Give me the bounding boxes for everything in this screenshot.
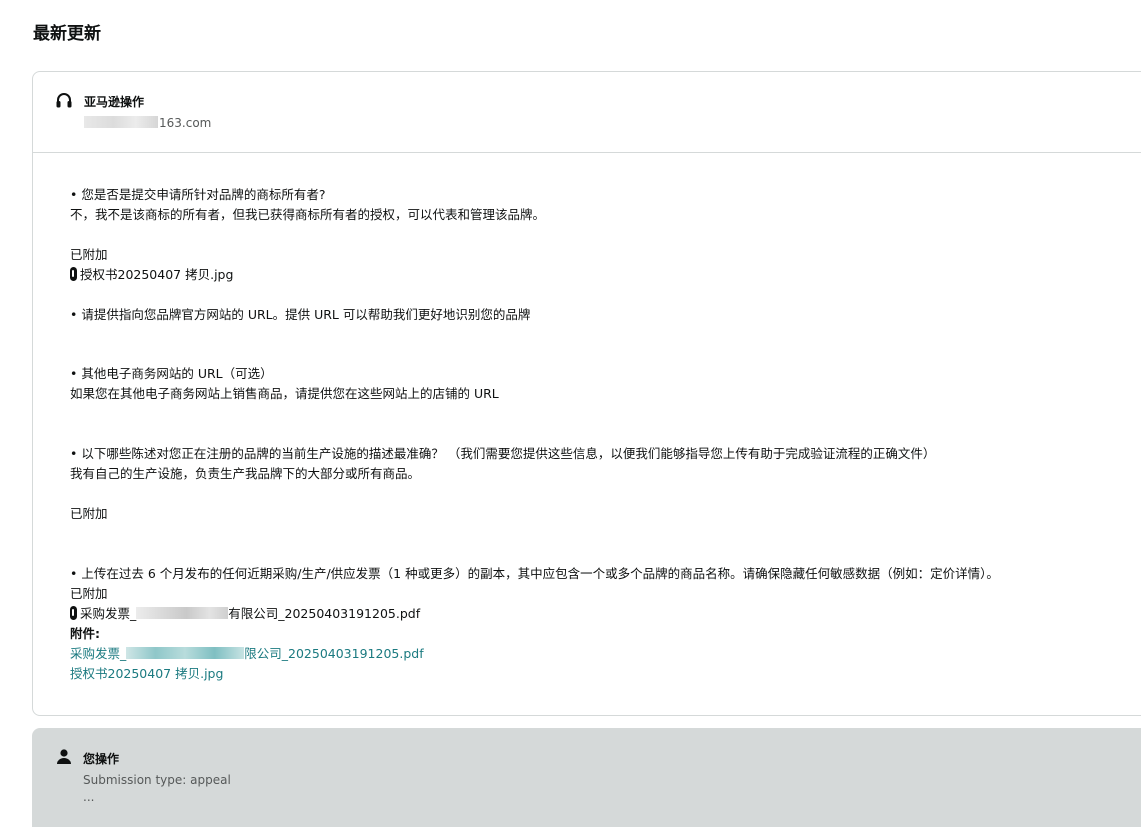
message-header: 亚马逊操作 163.com	[33, 72, 1141, 153]
attached-label: 已附加	[70, 586, 108, 601]
attachments-heading: 附件:	[70, 626, 100, 641]
question-trademark-owner: • 您是否是提交申请所针对品牌的商标所有者?	[70, 187, 326, 202]
question-brand-url: • 请提供指向您品牌官方网站的 URL。提供 URL 可以帮助我们更好地识别您的…	[70, 307, 531, 322]
page-title: 最新更新	[33, 24, 101, 44]
sender-name: 亚马逊操作	[84, 95, 145, 109]
person-icon	[57, 749, 71, 764]
attachment-item: 采购发票_ 有限公司_20250403191205.pdf	[70, 606, 420, 622]
paperclip-icon	[70, 606, 77, 620]
attached-label: 已附加	[70, 247, 108, 262]
redacted-company-name	[126, 647, 245, 659]
more-ellipsis: ...	[83, 790, 95, 804]
answer-trademark-owner: 不，我不是该商标的所有者，但我已获得商标所有者的授权，可以代表和管理该品牌。	[70, 207, 546, 222]
headset-icon	[56, 93, 72, 108]
question-other-ecommerce-url: • 其他电子商务网站的 URL（可选）	[70, 366, 273, 381]
redacted-email-local-part	[84, 116, 158, 128]
paperclip-icon	[70, 267, 77, 281]
answer-production-facility: 我有自己的生产设施，负责生产我品牌下的大部分或所有商品。	[70, 466, 421, 481]
user-message-card[interactable]: 您操作 Submission type: appeal ...	[32, 728, 1141, 827]
question-upload-invoice: • 上传在过去 6 个月发布的任何近期采购/生产/供应发票（1 种或更多）的副本…	[70, 566, 999, 581]
redacted-company-name	[136, 607, 229, 619]
attached-label: 已附加	[70, 506, 108, 521]
submission-type: Submission type: appeal	[83, 773, 231, 787]
question-production-facility: • 以下哪些陈述对您正在注册的品牌的当前生产设施的描述最准确？ （我们需要您提供…	[70, 446, 936, 461]
answer-other-ecommerce-url: 如果您在其他电子商务网站上销售商品，请提供您在这些网站上的店铺的 URL	[70, 386, 499, 401]
attachment-link-invoice[interactable]: 采购发票_ 限公司_20250403191205.pdf	[70, 646, 424, 662]
attachment-item: 授权书20250407 拷贝.jpg	[70, 267, 233, 283]
sender-email: 163.com	[84, 116, 211, 130]
attachment-link-authorization[interactable]: 授权书20250407 拷贝.jpg	[70, 666, 223, 682]
sender-name: 您操作	[83, 752, 120, 766]
amazon-message-card: 亚马逊操作 163.com • 您是否是提交申请所针对品牌的商标所有者? 不，我…	[32, 71, 1141, 716]
